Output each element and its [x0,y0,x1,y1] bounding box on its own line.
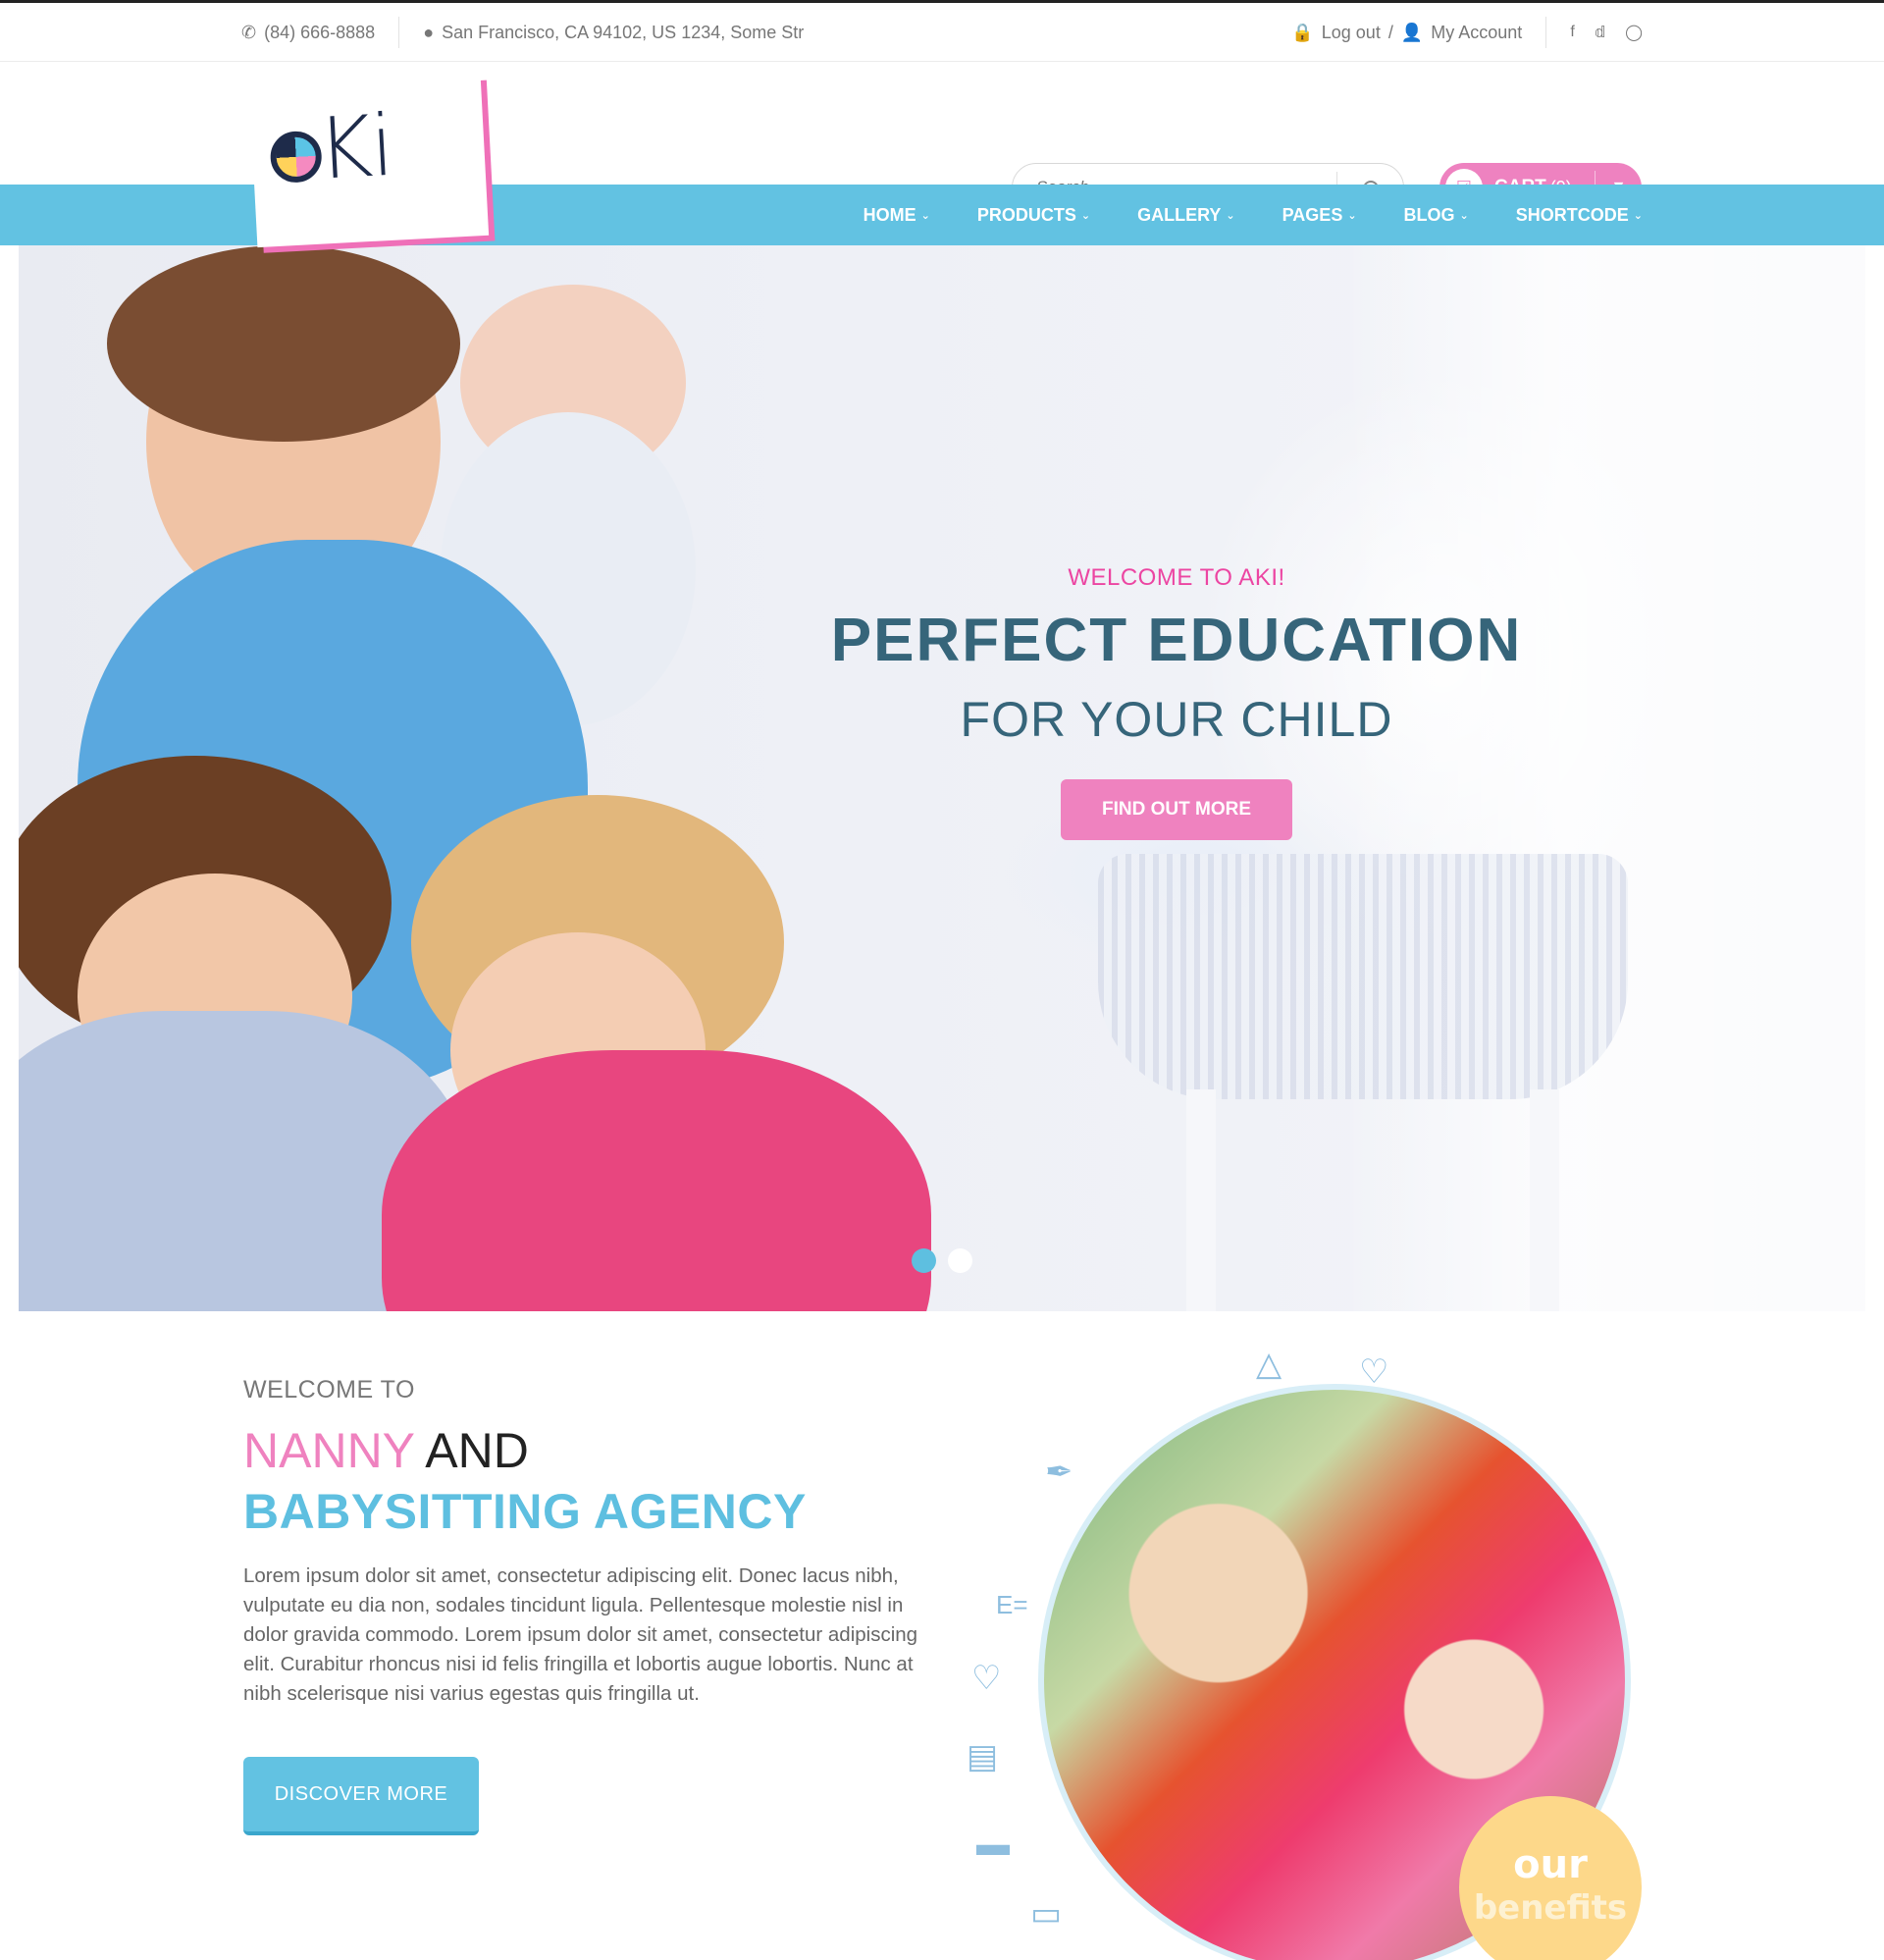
nav-item-pages[interactable]: PAGES ⌄ [1282,205,1357,226]
scroll-doodle-icon: ▭ [1030,1895,1063,1933]
about-section: WELCOME TO NANNY AND BABYSITTING AGENCY … [243,1376,950,1835]
lock-icon: 🔒 [1291,22,1314,42]
heading-and: AND [425,1423,529,1478]
nav-item-blog[interactable]: BLOG ⌄ [1404,205,1469,226]
nav-item-products[interactable]: PRODUCTS ⌄ [977,205,1090,226]
nav-label: HOME [863,204,916,225]
social-links: f 𝕕 ◯ [1570,23,1643,42]
address-info: ● San Francisco, CA 94102, US 1234, Some… [423,23,804,43]
nav-label: PRODUCTS [976,204,1076,225]
phone-number: (84) 666-8888 [264,22,376,42]
slider-dot-1[interactable] [912,1248,936,1273]
hero-subtitle: FOR YOUR CHILD [960,692,1393,747]
nav-label: PAGES [1282,204,1343,225]
divider [1545,17,1547,48]
logout-link[interactable]: Log out [1322,23,1381,43]
hero-slider: WELCOME TO AKI! PERFECT EDUCATION FOR YO… [19,245,1865,1311]
link-divider: / [1387,22,1393,42]
pen-doodle-icon: ✒ [1045,1454,1073,1491]
about-subheading: BABYSITTING AGENCY [243,1484,807,1539]
chevron-down-icon: ⌄ [1459,209,1469,222]
chevron-down-icon: ⌄ [1633,209,1643,222]
user-icon: 👤 [1400,22,1424,42]
benefits-line-2: benefits [1473,1888,1628,1928]
phone-icon: ✆ [241,22,257,42]
slider-dot-2[interactable] [948,1248,972,1273]
chevron-down-icon: ⌄ [1080,209,1091,222]
nav-label: BLOG [1403,204,1455,225]
top-bar: ✆ (84) 666-8888 ● San Francisco, CA 9410… [0,3,1884,62]
crib-leg [1530,1089,1559,1311]
address-text: San Francisco, CA 94102, US 1234, Some S… [442,22,805,42]
hero-content: WELCOME TO AKI! PERFECT EDUCATION FOR YO… [823,564,1530,840]
hero-welcome: WELCOME TO AKI! [1068,564,1285,591]
slider-dots [912,1248,972,1273]
logo-wordmark: Ki [268,97,394,201]
twitter-icon[interactable]: 𝕕 [1595,23,1605,42]
my-account-link[interactable]: My Account [1431,23,1522,43]
divider [398,17,400,48]
notepad-doodle-icon: ▤ [967,1738,999,1775]
formula-doodle-icon: E= [996,1590,1028,1619]
phone-info: ✆ (84) 666-8888 [241,23,375,43]
our-benefits-badge[interactable]: our benefits [1459,1796,1642,1960]
facebook-icon[interactable]: f [1570,24,1574,41]
nav-item-gallery[interactable]: GALLERY ⌄ [1137,205,1235,226]
logo[interactable]: Ki [248,74,490,248]
benefits-line-1: our [1513,1842,1588,1887]
chevron-down-icon: ⌄ [920,209,930,222]
nav-item-home[interactable]: HOME ⌄ [864,205,930,226]
family-photo [19,245,931,1311]
find-out-more-button[interactable]: FIND OUT MORE [1061,779,1292,840]
triangle-doodle-icon: △ [1256,1346,1282,1383]
chevron-down-icon: ⌄ [1226,209,1235,222]
heading-nanny: NANNY [243,1423,415,1478]
nav-label: GALLERY [1137,204,1222,225]
about-welcome: WELCOME TO [243,1376,415,1404]
ruler-doodle-icon: ▬ [976,1826,1010,1863]
account-links: 🔒 Log out / 👤 My Account [1291,23,1522,43]
instagram-icon[interactable]: ◯ [1625,23,1643,42]
about-body: Lorem ipsum dolor sit amet, consectetur … [243,1564,918,1705]
crib-leg [1186,1089,1216,1311]
heart-doodle-icon: ♡ [971,1660,1002,1697]
about-heading: NANNY AND [243,1422,950,1479]
discover-more-button[interactable]: DISCOVER MORE [243,1757,479,1835]
crib-image [1098,854,1628,1099]
hero-title: PERFECT EDUCATION [830,607,1523,674]
map-pin-icon: ● [423,22,435,42]
logo-ball-icon [269,130,323,184]
nav-label: SHORTCODE [1515,204,1629,225]
chevron-down-icon: ⌄ [1347,209,1357,222]
nav-item-shortcode[interactable]: SHORTCODE ⌄ [1516,205,1643,226]
